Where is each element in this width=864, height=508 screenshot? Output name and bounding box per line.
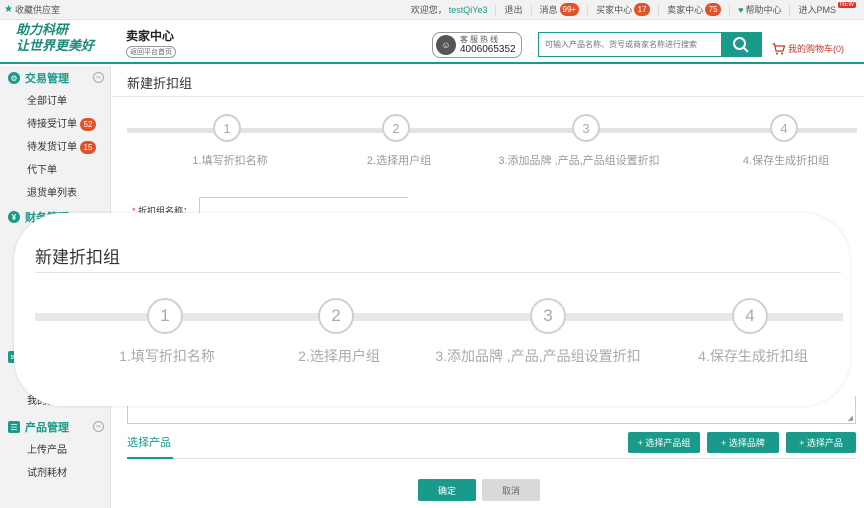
select-product-group-button[interactable]: + 选择产品组 xyxy=(628,432,700,453)
sidebar-section-trade[interactable]: ⚙ 交易管理 − xyxy=(0,66,110,90)
search-button[interactable] xyxy=(721,33,761,56)
sidebar-item-pending-ship[interactable]: 待发货订单 15 xyxy=(0,136,110,159)
buyer-center-label: 买家中心 xyxy=(596,5,633,15)
site-logo[interactable]: 助力科研 让世界更美好 xyxy=(16,23,106,55)
select-product-button[interactable]: + 选择产品 xyxy=(786,432,856,453)
messages-label: 消息 xyxy=(539,5,558,15)
top-nav: 欢迎您， testQiYe3 退出 消息 99+ 买家中心 17 卖家中心 75… xyxy=(403,0,864,20)
logout-label: 退出 xyxy=(504,5,523,15)
cancel-button[interactable]: 取消 xyxy=(482,479,540,501)
messages-badge: 99+ xyxy=(559,3,580,16)
callout-pointer xyxy=(400,178,434,216)
seller-center-link[interactable]: 卖家中心 75 xyxy=(658,3,729,16)
back-to-home-link[interactable]: 返回平台首页 xyxy=(126,46,176,58)
cart-icon xyxy=(772,42,785,54)
buyer-center-link[interactable]: 买家中心 17 xyxy=(587,3,658,16)
title-divider xyxy=(112,96,864,97)
seller-center-heading: 卖家中心 返回平台首页 xyxy=(126,27,176,58)
help-center-label: 帮助中心 xyxy=(745,5,782,15)
collapse-icon[interactable]: − xyxy=(93,421,104,432)
top-utility-bar: ★ 收藏供应室 欢迎您， testQiYe3 退出 消息 99+ 买家中心 17… xyxy=(0,0,864,20)
sidebar-item-return-list[interactable]: 退货单列表 xyxy=(0,182,110,205)
seller-center-badge: 75 xyxy=(705,3,722,16)
tab-select-product[interactable]: 选择产品 xyxy=(127,432,173,459)
sidebar-item-all-orders[interactable]: 全部订单 xyxy=(0,90,110,113)
callout-step-2-circle: 2 xyxy=(318,298,354,334)
callout-step-2-label: 2.选择用户组 xyxy=(298,348,380,364)
cart-link[interactable]: 我的购物车(0) xyxy=(772,42,844,55)
welcome-text: 欢迎您， xyxy=(410,5,447,15)
messages-link[interactable]: 消息 99+ xyxy=(530,3,588,16)
customer-hotline: ☺ 客服热线 4006065352 xyxy=(432,32,522,58)
pending-ship-badge: 15 xyxy=(80,141,96,154)
sidebar-item-label: 待接受订单 xyxy=(27,119,77,130)
search-box xyxy=(538,32,762,57)
seller-center-title: 卖家中心 xyxy=(126,29,175,43)
yen-icon: ¥ xyxy=(8,211,20,223)
callout-step-4-label: 4.保存生成折扣组 xyxy=(698,348,808,364)
step-3-label: 3.添加品牌 ,产品,产品组设置折扣 xyxy=(498,155,660,167)
callout-title: 新建折扣组 xyxy=(35,248,120,267)
sidebar-item-proxy-order[interactable]: 代下单 xyxy=(0,159,110,182)
sidebar-item-reagents[interactable]: 试剂耗材 xyxy=(0,462,110,485)
favorite-link[interactable]: ★ 收藏供应室 xyxy=(0,3,60,16)
step-1-label: 1.填写折扣名称 xyxy=(192,155,268,167)
step-4-label: 4.保存生成折扣组 xyxy=(742,155,830,167)
sidebar-item-label: 退货单列表 xyxy=(27,188,77,199)
list-icon: ☰ xyxy=(8,421,20,433)
callout-step-3-label: 3.添加品牌 ,产品,产品组设置折扣 xyxy=(435,348,641,364)
step-1-circle: 1 xyxy=(213,114,241,142)
step-2-circle: 2 xyxy=(382,114,410,142)
callout-step-3-circle: 3 xyxy=(530,298,566,334)
resize-grip-icon[interactable]: ◢ xyxy=(848,414,853,422)
logo-line2: 让世界更美好 xyxy=(16,39,95,54)
select-brand-button[interactable]: + 选择品牌 xyxy=(707,432,779,453)
hotline-number: 4006065352 xyxy=(460,44,516,55)
welcome-segment: 欢迎您， testQiYe3 xyxy=(403,4,496,16)
collapse-icon[interactable]: − xyxy=(93,72,104,83)
step-2-label: 2.选择用户组 xyxy=(366,155,432,167)
callout-step-1-circle: 1 xyxy=(147,298,183,334)
sidebar-item-pending-accept[interactable]: 待接受订单 52 xyxy=(0,113,110,136)
buyer-center-badge: 17 xyxy=(634,3,651,16)
search-input[interactable] xyxy=(539,33,721,56)
star-icon: ★ xyxy=(4,4,13,15)
username-link[interactable]: testQiYe3 xyxy=(449,5,488,15)
new-tag: NEW xyxy=(838,1,856,8)
sidebar-section-products[interactable]: ☰ 产品管理 − xyxy=(0,415,110,439)
heart-icon: ♥ xyxy=(738,4,744,15)
sidebar-item-label: 试剂耗材 xyxy=(27,468,67,479)
site-header: 助力科研 让世界更美好 卖家中心 返回平台首页 ☺ 客服热线 400606535… xyxy=(0,20,864,64)
logo-line1: 助力科研 xyxy=(16,23,69,38)
callout-step-1-label: 1.填写折扣名称 xyxy=(119,348,215,364)
sidebar-item-label: 上传产品 xyxy=(27,445,67,456)
step-3-circle: 3 xyxy=(572,114,600,142)
callout-divider xyxy=(35,272,841,273)
sidebar-section-label: 交易管理 xyxy=(25,73,69,85)
confirm-button[interactable]: 确定 xyxy=(418,479,476,501)
sidebar-item-label: 待发货订单 xyxy=(27,142,77,153)
enter-pms-label: 进入PMS xyxy=(798,5,836,15)
seller-center-label: 卖家中心 xyxy=(667,5,704,15)
zoom-callout: 新建折扣组 1 2 3 4 1.填写折扣名称 2.选择用户组 3.添加品牌 ,产… xyxy=(14,213,850,406)
sidebar-section-label: 产品管理 xyxy=(25,422,69,434)
page-title: 新建折扣组 xyxy=(127,76,193,91)
agent-avatar-icon: ☺ xyxy=(436,35,456,55)
pending-accept-badge: 52 xyxy=(80,118,96,131)
search-icon xyxy=(733,36,749,53)
enter-pms-link[interactable]: 进入PMS NEW xyxy=(789,1,864,16)
cart-label: 我的购物车(0) xyxy=(788,44,844,54)
favorite-label: 收藏供应室 xyxy=(14,5,60,15)
help-center-link[interactable]: ♥ 帮助中心 xyxy=(729,3,789,16)
sidebar-item-label: 全部订单 xyxy=(27,96,67,107)
step-4-circle: 4 xyxy=(770,114,798,142)
callout-step-4-circle: 4 xyxy=(732,298,768,334)
sidebar-item-label: 代下单 xyxy=(27,165,57,176)
logout-link[interactable]: 退出 xyxy=(495,3,530,16)
sidebar-item-upload-product[interactable]: 上传产品 xyxy=(0,439,110,462)
gear-icon: ⚙ xyxy=(8,72,20,84)
